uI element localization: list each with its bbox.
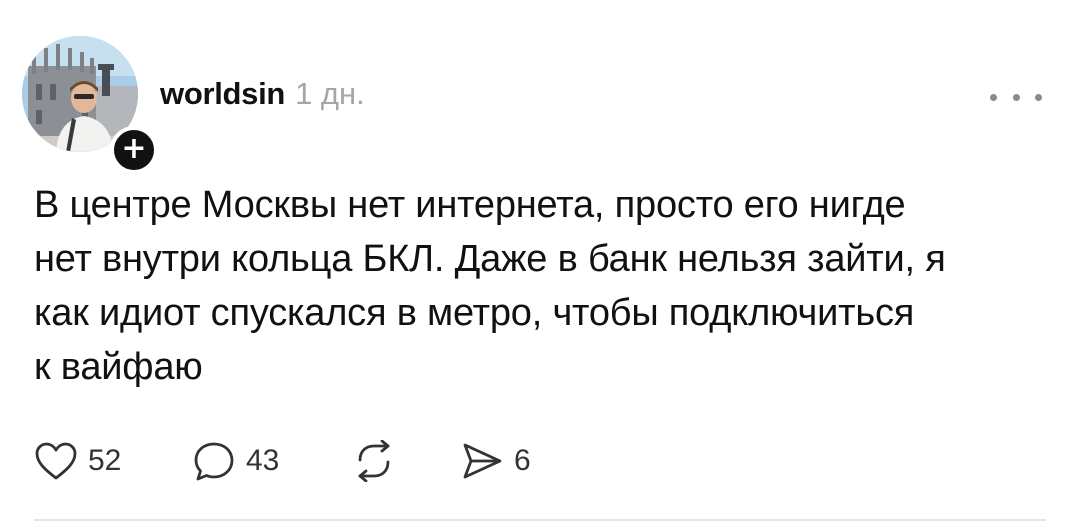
divider xyxy=(34,519,1046,521)
comment-button[interactable]: 43 xyxy=(192,440,279,482)
share-button[interactable]: 6 xyxy=(460,440,531,482)
username[interactable]: worldsin xyxy=(160,76,285,112)
send-icon xyxy=(463,443,502,479)
share-count: 6 xyxy=(514,444,531,477)
comment-count: 43 xyxy=(246,444,280,477)
post-text-line: нет внутри кольца БКЛ. Даже в банк нельз… xyxy=(34,238,946,280)
more-dots-icon xyxy=(1035,93,1042,101)
post-text-line: В центре Москвы нет интернета, просто ег… xyxy=(34,184,906,226)
repost-icon xyxy=(358,440,390,482)
more-dots-icon xyxy=(1012,93,1020,101)
comment-bubble-icon xyxy=(194,442,234,481)
post-header: worldsin 1 дн. xyxy=(160,76,365,116)
more-options-button[interactable] xyxy=(990,82,1042,112)
post-text: В центре Москвы нет интернета, просто ег… xyxy=(34,178,1034,394)
avatar-container[interactable]: + xyxy=(22,36,158,174)
heart-icon xyxy=(35,442,77,480)
plus-icon: + xyxy=(121,130,147,166)
like-button[interactable]: 52 xyxy=(34,440,121,482)
post: + worldsin 1 дн. В центре Москвы нет инт… xyxy=(0,0,1080,525)
like-count: 52 xyxy=(88,444,122,477)
more-dots-icon xyxy=(990,93,997,101)
post-text-line: как идиот спускался в метро, чтобы подкл… xyxy=(34,292,915,334)
post-text-line: к вайфаю xyxy=(34,346,203,388)
timestamp: 1 дн. xyxy=(295,76,365,111)
follow-button[interactable]: + xyxy=(110,126,158,174)
repost-button[interactable] xyxy=(352,440,406,482)
